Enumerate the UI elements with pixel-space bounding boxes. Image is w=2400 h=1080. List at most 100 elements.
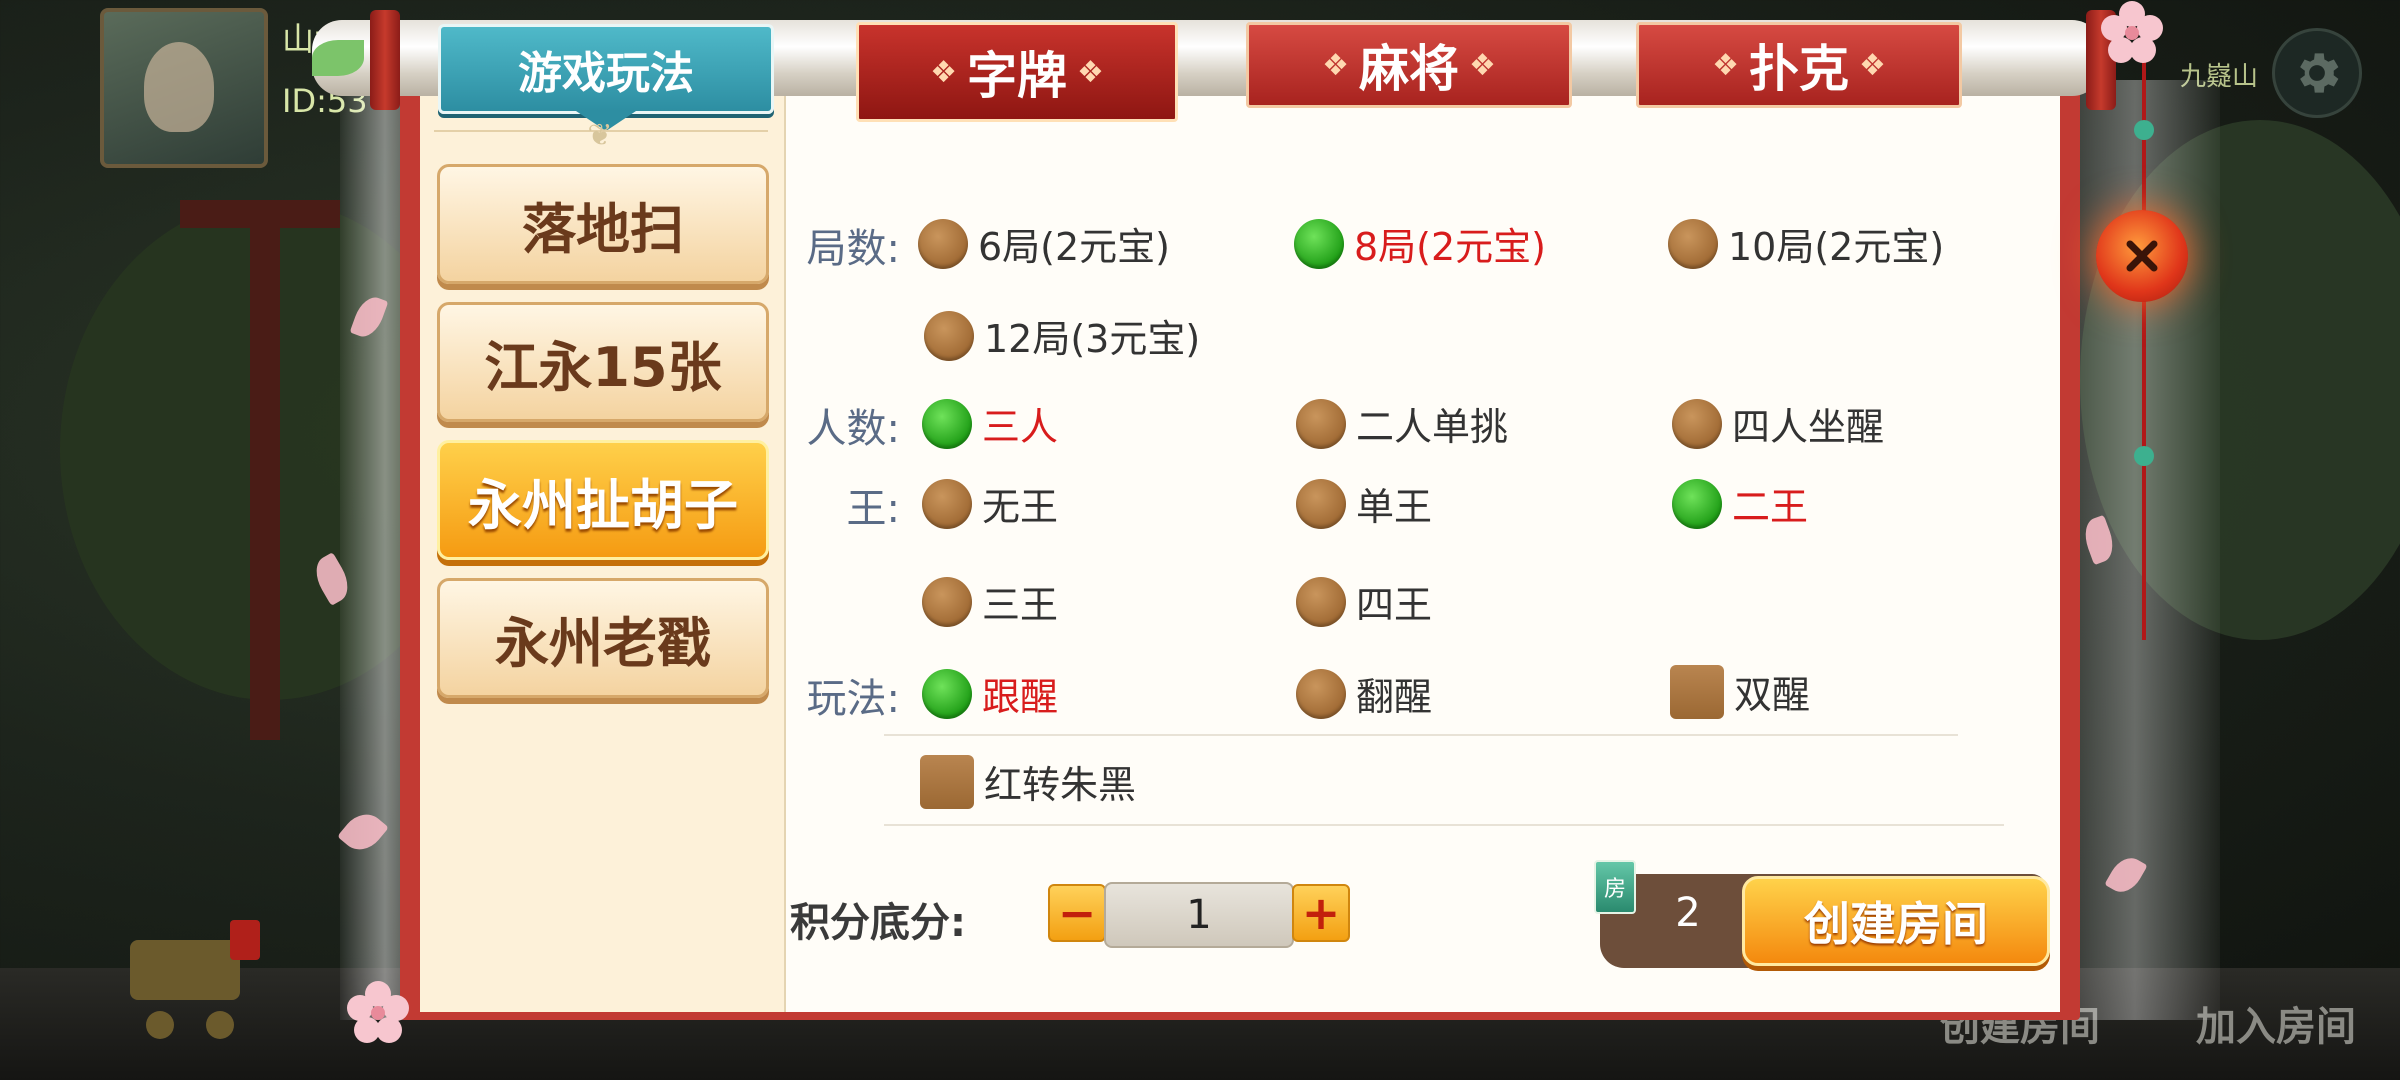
option-label: 二王 [1732,485,1809,529]
blossom-icon [2101,1,2163,63]
plus-icon: + [1301,886,1341,940]
score-increment-button[interactable]: + [1292,884,1350,942]
score-value: 1 [1104,882,1294,948]
leaf-decoration [312,40,364,76]
radio-rounds-8[interactable]: 8局(2元宝) [1294,216,1546,271]
tab-label: 扑克 [1749,40,1849,98]
avatar-face [144,42,214,132]
scroll-rod-cap [370,10,400,110]
bg-beam [180,200,340,228]
radio-off-icon [1296,668,1346,719]
option-label: 跟醒 [982,675,1059,719]
rules-label: 玩法: [806,676,900,722]
checkbox-icon [920,754,974,809]
game-button-label: 江永15张 [484,335,722,399]
tab-game-rules[interactable]: 游戏玩法 [438,24,774,131]
shop-cart-icon[interactable] [120,920,270,1050]
red-tassel [2142,60,2146,640]
radio-king-four[interactable]: 四王 [1296,574,1432,629]
radio-king-three[interactable]: 三王 [922,574,1058,629]
bg-pillar [250,220,280,740]
bottom-join-room-button[interactable]: 加入房间 [2196,994,2356,1052]
create-room-button[interactable]: 创建房间 [1742,876,2050,966]
divider [884,824,2004,826]
room-card-count: 2 [1675,890,1701,936]
radio-off-icon [922,478,972,529]
radio-on-icon [1672,478,1722,529]
game-button-yongzhou-chehuzi[interactable]: 永州扯胡子 [437,440,769,560]
tassel-bead [2134,120,2154,140]
score-value-text: 1 [1186,892,1212,938]
radio-rule-fanxing[interactable]: 翻醒 [1296,666,1432,721]
option-label: 6局(2元宝) [978,225,1171,269]
tab-label: 字牌 [967,47,1067,105]
checkbox-double-xing[interactable]: 双醒 [1670,664,1810,719]
ornament-icon: ❖ [1322,47,1349,83]
radio-players-3[interactable]: 三人 [922,396,1058,451]
ornament-icon: ❖ [1077,54,1104,90]
option-label: 四王 [1356,583,1433,627]
settings-button[interactable] [2272,28,2362,118]
radio-king-none[interactable]: 无王 [922,476,1058,531]
checkbox-icon [1670,664,1724,719]
close-icon [2126,240,2158,272]
radio-on-icon [1294,218,1344,269]
game-button-label: 永州老戳 [495,611,711,675]
score-decrement-button[interactable]: − [1048,884,1106,942]
radio-rounds-10[interactable]: 10局(2元宝) [1668,216,1944,271]
close-button[interactable] [2096,210,2188,302]
radio-rule-genxing[interactable]: 跟醒 [922,666,1058,721]
game-button-luodisao[interactable]: 落地扫 [437,164,769,284]
cloud-ornament-icon: ❦ [587,118,613,153]
option-label: 单王 [1356,485,1433,529]
radio-rounds-6[interactable]: 6局(2元宝) [918,216,1170,271]
radio-king-single[interactable]: 单王 [1296,476,1432,531]
blossom-icon [347,981,409,1043]
minus-icon: − [1057,886,1097,940]
radio-king-two[interactable]: 二王 [1672,476,1808,531]
divider [884,734,1958,736]
tab-poker[interactable]: ❖ 扑克 ❖ [1636,22,1962,108]
option-label: 10局(2元宝) [1728,225,1945,269]
option-label: 二人单挑 [1356,405,1509,449]
ornament-icon: ❖ [1859,47,1886,83]
ornament-icon: ❖ [1712,47,1739,83]
room-card-label: 房 [1603,877,1626,902]
ornament-icon: ❖ [930,54,957,90]
option-label: 无王 [982,485,1059,529]
game-button-jiangyong15[interactable]: 江永15张 [437,302,769,422]
checkbox-red-to-black[interactable]: 红转朱黑 [920,754,1136,809]
tab-zipai[interactable]: ❖ 字牌 ❖ [856,22,1178,122]
option-label: 8局(2元宝) [1354,225,1547,269]
radio-on-icon [922,398,972,449]
option-label: 红转朱黑 [984,763,1137,807]
create-room-label: 创建房间 [1804,897,1988,951]
option-label: 12局(3元宝) [984,317,1201,361]
tab-label: 麻将 [1359,40,1459,98]
radio-off-icon [1668,218,1718,269]
radio-players-2[interactable]: 二人单挑 [1296,396,1508,451]
radio-off-icon [924,310,974,361]
tab-label: 游戏玩法 [518,48,694,99]
tassel-bead [2134,446,2154,466]
game-button-label: 落地扫 [522,197,684,261]
gear-icon [2300,53,2339,93]
option-label: 四人坐醒 [1732,405,1885,449]
game-button-label: 永州扯胡子 [468,473,738,537]
players-label: 人数: [806,406,900,452]
radio-rounds-12[interactable]: 12局(3元宝) [924,308,1200,363]
ornament-icon: ❖ [1469,47,1496,83]
radio-off-icon [1296,478,1346,529]
option-label: 双醒 [1734,673,1811,717]
room-card-icon: 房 [1594,860,1636,914]
radio-players-4[interactable]: 四人坐醒 [1672,396,1884,451]
option-label: 翻醒 [1356,675,1433,719]
radio-off-icon [922,576,972,627]
game-button-yongzhou-laochuo[interactable]: 永州老戳 [437,578,769,698]
tab-mahjong[interactable]: ❖ 麻将 ❖ [1246,22,1572,108]
radio-off-icon [1296,398,1346,449]
user-avatar[interactable] [100,8,268,168]
radio-off-icon [1672,398,1722,449]
radio-off-icon [1296,576,1346,627]
king-label: 王: [846,486,900,532]
